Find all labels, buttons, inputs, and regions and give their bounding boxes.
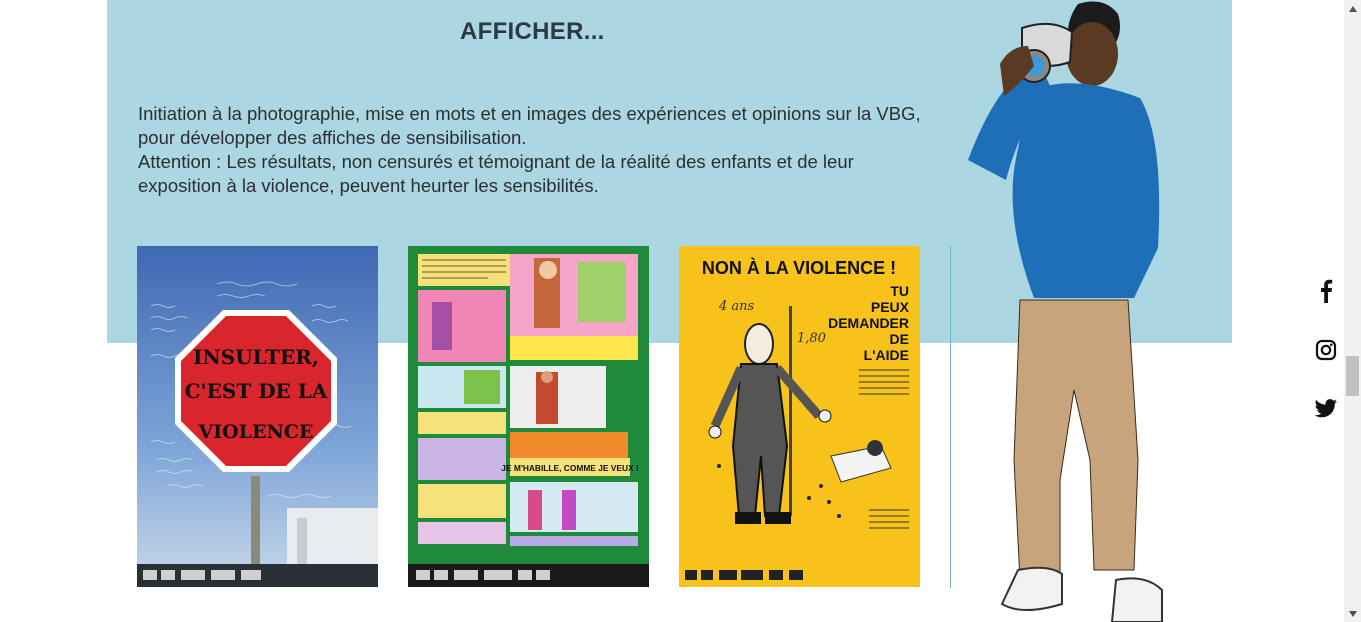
poster-non-violence-sub2: PEUX bbox=[871, 299, 910, 315]
gallery-divider bbox=[950, 246, 951, 588]
poster-non-violence-title: NON À LA VIOLENCE ! bbox=[702, 257, 896, 278]
poster-habille-banner: JE M'HABILLE, COMME JE VEUX ! bbox=[501, 463, 638, 473]
facebook-icon[interactable] bbox=[1312, 277, 1340, 305]
poster-insulter-line3: VIOLENCE bbox=[198, 421, 314, 443]
section-title: AFFICHER... bbox=[460, 18, 605, 45]
photographer-illustration bbox=[960, 0, 1200, 622]
poster-insulter-line1: INSULTER, bbox=[193, 345, 319, 369]
poster-insulter-line2: C'EST DE LA bbox=[185, 379, 328, 403]
poster-non-violence-sub3: DEMANDER bbox=[828, 315, 909, 331]
instagram-icon[interactable] bbox=[1312, 336, 1340, 364]
poster-non-violence-sub4: DE bbox=[890, 331, 909, 347]
intro-paragraph-1: Initiation à la photographie, mise en mo… bbox=[138, 103, 921, 148]
page-scrollbar[interactable] bbox=[1344, 0, 1361, 622]
poster-non-violence-sub5: L'AIDE bbox=[864, 347, 909, 363]
scroll-down-arrow-icon[interactable] bbox=[1344, 605, 1361, 622]
poster-non-violence[interactable]: NON À LA VIOLENCE ! TU PEUX DEMANDER DE … bbox=[679, 246, 920, 587]
poster-non-violence-age: 4 ans bbox=[718, 299, 755, 314]
scroll-up-arrow-icon[interactable] bbox=[1344, 0, 1361, 17]
poster-insulter[interactable]: INSULTER, C'EST DE LA VIOLENCE bbox=[137, 246, 378, 587]
poster-non-violence-image: NON À LA VIOLENCE ! TU PEUX DEMANDER DE … bbox=[679, 246, 920, 587]
poster-habille-image: JE M'HABILLE, COMME JE VEUX ! bbox=[408, 246, 649, 587]
poster-habille[interactable]: JE M'HABILLE, COMME JE VEUX ! bbox=[408, 246, 649, 587]
poster-non-violence-height: 1,80 bbox=[797, 331, 826, 346]
poster-non-violence-sub1: TU bbox=[890, 283, 909, 299]
poster-insulter-image: INSULTER, C'EST DE LA VIOLENCE bbox=[137, 246, 378, 587]
twitter-icon[interactable] bbox=[1312, 395, 1340, 423]
intro-paragraph-2: Attention : Les résultats, non censurés … bbox=[138, 151, 854, 196]
scrollbar-thumb[interactable] bbox=[1346, 356, 1359, 396]
section-intro: Initiation à la photographie, mise en mo… bbox=[138, 102, 928, 198]
